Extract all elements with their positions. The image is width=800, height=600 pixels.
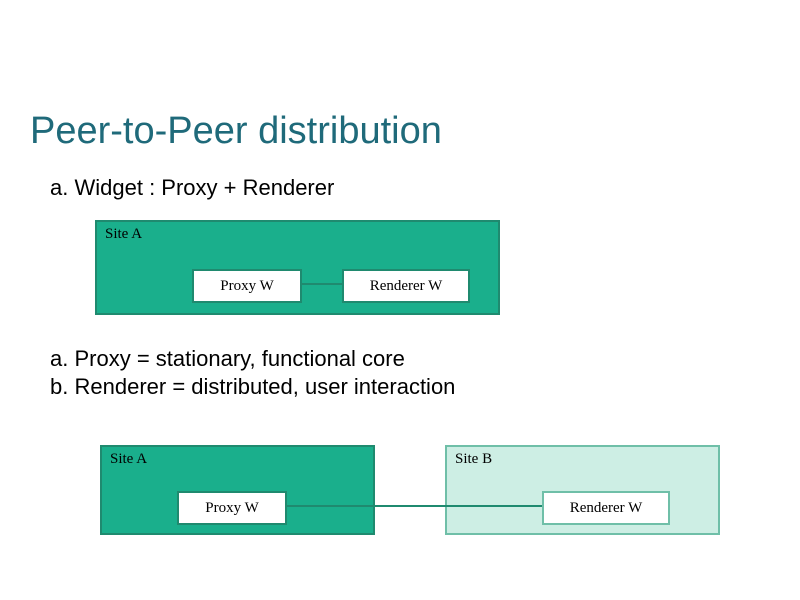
definition-b: b. Renderer = distributed, user interact… [50, 373, 455, 401]
renderer-node-top: Renderer W [342, 269, 470, 303]
proxy-node-top: Proxy W [192, 269, 302, 303]
definition-a: a. Proxy = stationary, functional core [50, 345, 455, 373]
site-a-box-bottom: Site A Proxy W [100, 445, 375, 535]
def-a-prefix: a. [50, 346, 68, 371]
definitions-block: a. Proxy = stationary, functional core b… [50, 345, 455, 400]
def-a-text: Proxy = stationary, functional core [74, 346, 404, 371]
subtitle-line: a. Widget : Proxy + Renderer [50, 175, 334, 201]
site-b-box: Site B Renderer W [445, 445, 720, 535]
renderer-node-bottom: Renderer W [542, 491, 670, 525]
def-b-prefix: b. [50, 374, 68, 399]
site-a-box-top: Site A Proxy W Renderer W [95, 220, 500, 315]
proxy-node-top-label: Proxy W [220, 278, 273, 295]
slide-canvas: Peer-to-Peer distribution a. Widget : Pr… [0, 0, 800, 600]
subtitle-a-prefix: a. [50, 175, 68, 200]
def-b-text: Renderer = distributed, user interaction [74, 374, 455, 399]
renderer-node-bottom-label: Renderer W [570, 500, 643, 517]
proxy-node-bottom: Proxy W [177, 491, 287, 525]
site-b-label: Site B [455, 451, 492, 468]
subtitle-a-text: Widget : Proxy + Renderer [74, 175, 334, 200]
page-title: Peer-to-Peer distribution [30, 110, 442, 153]
proxy-node-bottom-label: Proxy W [205, 500, 258, 517]
site-a-label-bottom: Site A [110, 451, 147, 468]
renderer-node-top-label: Renderer W [370, 278, 443, 295]
site-a-label-top: Site A [105, 226, 142, 243]
